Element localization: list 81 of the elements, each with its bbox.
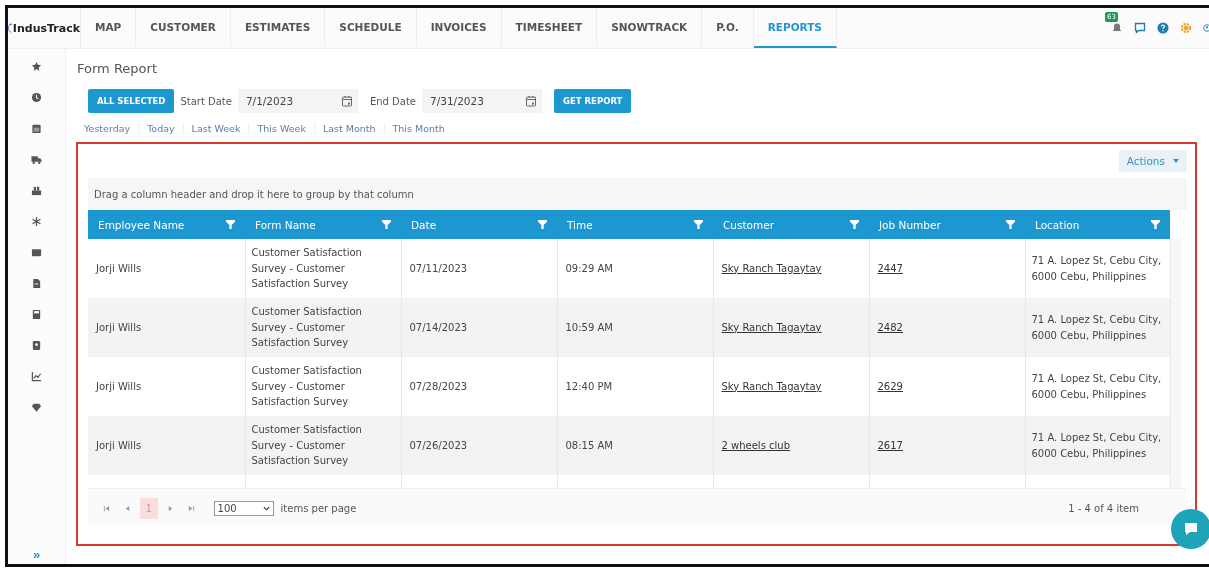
logo[interactable]: IndusTrack (12, 21, 80, 35)
warehouse-icon[interactable] (31, 185, 42, 196)
nav-tab[interactable]: P.O. (702, 8, 754, 48)
calendar-icon[interactable] (340, 95, 353, 107)
nav-tab[interactable]: ESTIMATES (230, 8, 326, 48)
filter-icon[interactable] (226, 220, 235, 229)
star-icon[interactable] (31, 61, 42, 72)
filter-icon[interactable] (538, 220, 547, 229)
customer-link[interactable]: Sky Ranch Tagaytay (721, 262, 822, 274)
table-cell: 10:59 AM (565, 321, 613, 333)
calculator-icon[interactable] (31, 309, 42, 320)
truck-icon[interactable] (31, 154, 42, 165)
table-cell: Jorji Wills (96, 262, 142, 274)
table-cell: Customer Satisfaction Survey - Customer Satisfaction Survey (251, 365, 362, 408)
page-size-select[interactable]: 100 (213, 500, 274, 516)
table-cell: Customer Satisfaction Survey - Customer Satisfaction Survey (251, 424, 362, 467)
speech-bubble-icon (1183, 521, 1199, 537)
nav-tab[interactable]: SNOWTRACK (597, 8, 703, 48)
job-number-link[interactable]: 2629 (877, 380, 903, 392)
table-cell: Jorji Wills (96, 321, 142, 333)
snowflake-icon[interactable] (31, 216, 42, 227)
table-cell: 71 A. Lopez St, Cebu City, 6000 Cebu, Philippines (1031, 255, 1162, 282)
table-cell: Jorji Wills (96, 439, 142, 451)
filter-icon[interactable] (1006, 220, 1015, 229)
pager-summary: 1 - 4 of 4 item (1068, 502, 1139, 514)
table-cell: 12:40 PM (565, 380, 613, 392)
table-cell: 71 A. Lopez St, Cebu City, 6000 Cebu, Philippines (1031, 373, 1162, 400)
filter-icon[interactable] (850, 220, 859, 229)
group-by-hint: Drag a column header and drop it here to group by that column (88, 178, 1187, 210)
table-cell: 71 A. Lopez St, Cebu City, 6000 Cebu, Philippines (1031, 432, 1162, 459)
nav-tab[interactable]: INVOICES (416, 8, 502, 48)
table-cell: 07/26/2023 (409, 439, 468, 451)
bell-icon[interactable] (1111, 22, 1123, 34)
page-size-label: items per page (280, 502, 357, 514)
customer-link[interactable]: 2 wheels club (721, 439, 790, 451)
start-date-label: Start Date (180, 95, 232, 107)
date-range-link[interactable]: This Week (248, 123, 314, 134)
table-cell: Jorji Wills (96, 380, 142, 392)
contact-card-icon[interactable] (31, 340, 42, 351)
calendar-icon[interactable] (31, 123, 42, 134)
filter-icon[interactable] (382, 220, 391, 229)
nav-tab[interactable]: MAP (81, 8, 137, 48)
date-range-link[interactable]: Today (138, 123, 183, 134)
caret-icon (1173, 159, 1179, 163)
help-icon[interactable] (1157, 22, 1169, 34)
date-range-link[interactable]: Last Week (182, 123, 249, 134)
diamond-icon[interactable] (31, 402, 42, 413)
table-cell: Customer Satisfaction Survey - Customer Satisfaction Survey (251, 306, 362, 349)
nav-tab[interactable]: TIMESHEET (501, 8, 598, 48)
customer-link[interactable]: Sky Ranch Tagaytay (721, 321, 822, 333)
table-cell: Customer Satisfaction Survey - Customer Satisfaction Survey (251, 247, 362, 290)
end-date-label: End Date (369, 95, 417, 107)
job-number-link[interactable]: 2447 (877, 262, 903, 274)
table-cell: 07/28/2023 (409, 380, 468, 392)
table-cell: 07/14/2023 (409, 321, 468, 333)
line-chart-icon[interactable] (31, 371, 42, 382)
job-number-link[interactable]: 2482 (877, 321, 903, 333)
table-cell: 07/11/2023 (409, 262, 468, 274)
job-number-link[interactable]: 2617 (877, 439, 903, 451)
date-range-link[interactable]: This Month (383, 123, 453, 134)
clock-icon[interactable] (31, 92, 42, 103)
end-date-field[interactable]: 7/31/2023 (422, 89, 543, 113)
date-range-link[interactable]: Yesterday (84, 123, 139, 134)
document-icon[interactable] (31, 278, 42, 289)
wallet-icon[interactable] (31, 247, 42, 258)
page-title: Form Report (77, 61, 158, 76)
calendar-icon[interactable] (525, 95, 538, 107)
date-range-link[interactable]: Last Month (313, 123, 384, 134)
filter-icon[interactable] (1151, 220, 1160, 229)
table-cell: 09:29 AM (565, 262, 613, 274)
chevron-down-icon (262, 505, 270, 511)
chat-bubble-icon[interactable] (1134, 22, 1146, 34)
user-icon[interactable] (1203, 22, 1209, 34)
table-cell: 08:15 AM (565, 439, 613, 451)
nav-tab[interactable]: SCHEDULE (325, 8, 417, 48)
nav-tab[interactable]: CUSTOMER (136, 8, 231, 48)
start-date-field[interactable]: 7/1/2023 (237, 89, 358, 113)
table-cell: 71 A. Lopez St, Cebu City, 6000 Cebu, Philippines (1031, 314, 1162, 341)
customer-link[interactable]: Sky Ranch Tagaytay (721, 380, 822, 392)
filter-icon[interactable] (694, 220, 703, 229)
chat-button[interactable] (1171, 509, 1209, 549)
